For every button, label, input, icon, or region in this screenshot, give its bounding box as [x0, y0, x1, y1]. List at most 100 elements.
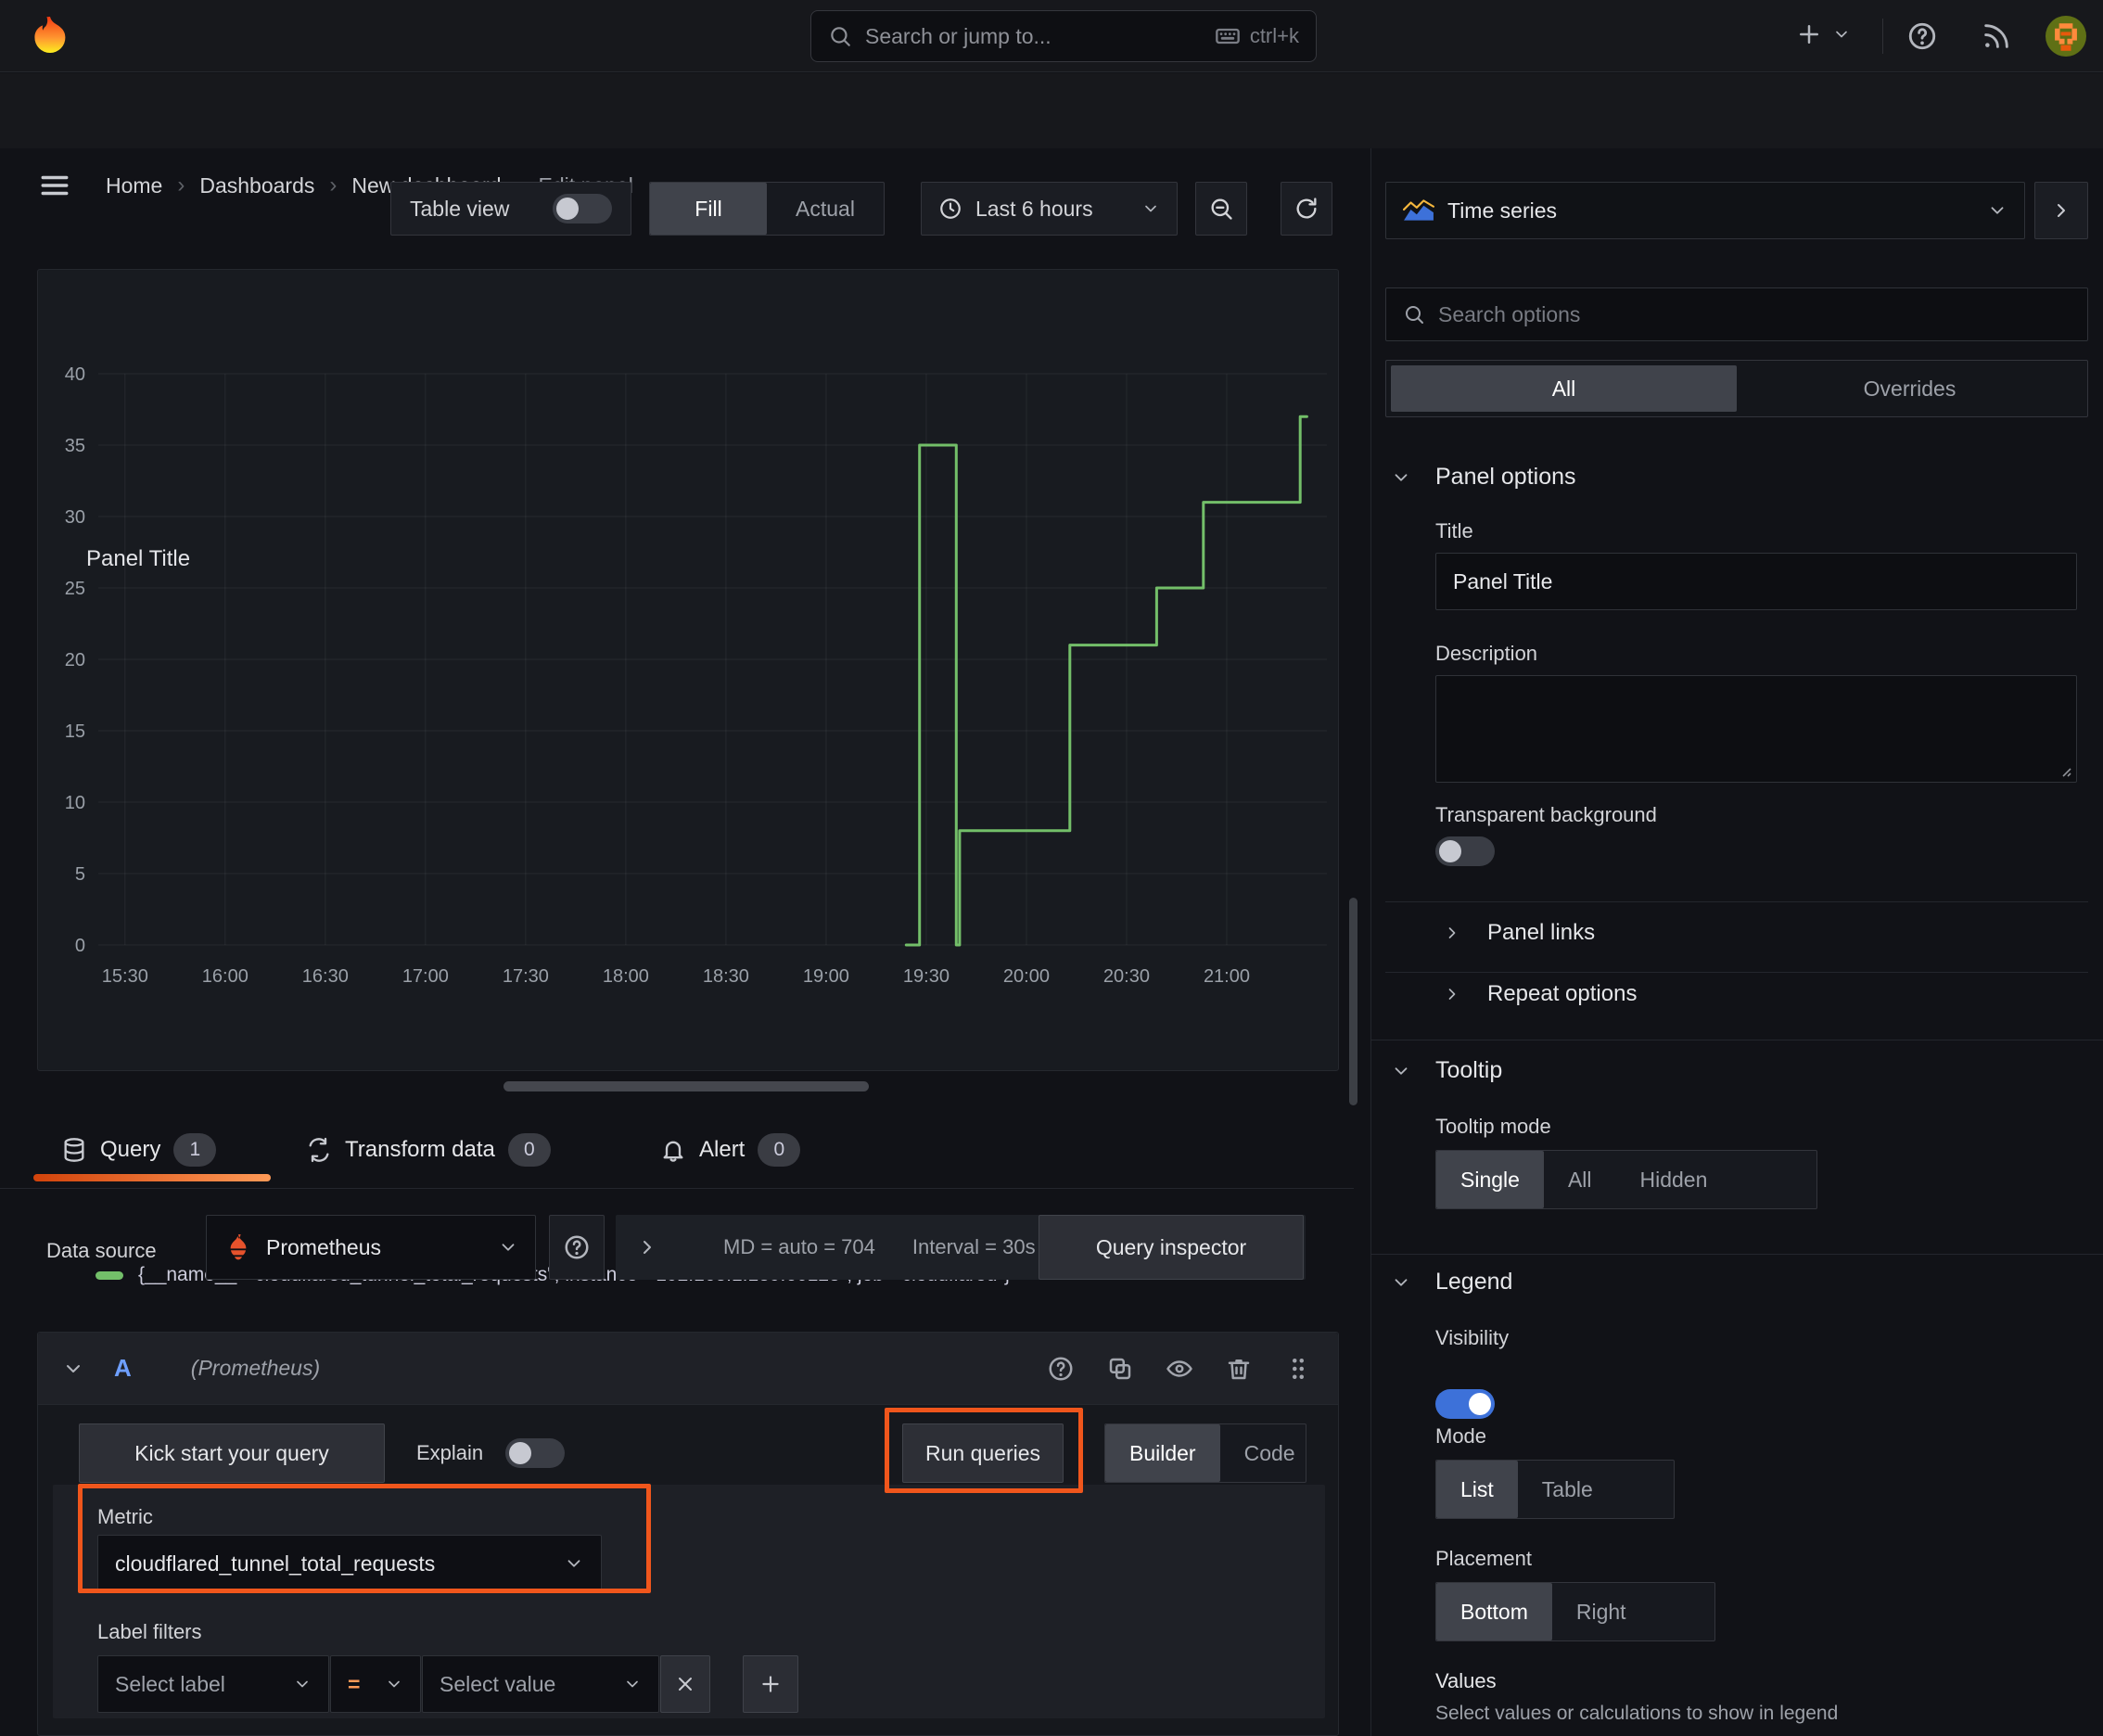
zoom-out-button[interactable]	[1195, 182, 1247, 236]
x-axis-tick: 17:30	[503, 966, 549, 987]
keyboard-icon	[1215, 23, 1241, 49]
repeat-options-header[interactable]: Repeat options	[1443, 981, 1637, 1007]
help-icon[interactable]	[1906, 20, 1938, 52]
chevron-down-icon	[1141, 199, 1160, 218]
select-value-dropdown[interactable]: Select value	[422, 1655, 659, 1713]
options-search-input[interactable]	[1438, 301, 2071, 327]
tab-alert[interactable]: Alert 0	[660, 1130, 801, 1170]
legend-visibility-toggle[interactable]	[1435, 1389, 1495, 1419]
tab-all[interactable]: All	[1391, 365, 1737, 412]
tab-transform[interactable]: Transform data 0	[306, 1130, 551, 1170]
tab-query[interactable]: Query 1	[61, 1130, 217, 1170]
refresh-button[interactable]	[1281, 182, 1332, 236]
explain-control: Explain	[416, 1423, 566, 1483]
chevron-right-icon[interactable]	[636, 1236, 658, 1258]
remove-filter-button[interactable]	[660, 1655, 710, 1713]
x-axis-tick: 19:30	[903, 966, 950, 987]
y-axis-tick: 35	[65, 436, 85, 456]
collapse-pane-button[interactable]	[2034, 182, 2088, 239]
search-icon	[1403, 303, 1425, 326]
grafana-logo-icon[interactable]	[28, 13, 72, 57]
legend-list-option[interactable]: List	[1436, 1461, 1518, 1518]
time-series-chart[interactable]: 0 5 10 15 20 25 30 35 40 15:30 16:00 16:30 17:00 17:3…	[57, 363, 1336, 1002]
series-line[interactable]	[904, 415, 1308, 947]
explain-toggle[interactable]	[505, 1438, 566, 1468]
datasource-picker[interactable]: Prometheus	[206, 1215, 536, 1280]
tooltip-single-option[interactable]: Single	[1436, 1151, 1544, 1208]
datasource-label: Data source	[46, 1239, 157, 1262]
user-avatar[interactable]	[2046, 16, 2086, 57]
chevron-down-icon[interactable]	[62, 1358, 84, 1380]
global-search-input[interactable]	[865, 23, 1202, 49]
duplicate-query-icon[interactable]	[1106, 1355, 1134, 1383]
chevron-down-icon	[293, 1675, 312, 1693]
interval-stat: Interval = 30s	[911, 1235, 1036, 1258]
divider	[0, 1188, 1354, 1189]
options-search-box[interactable]	[1385, 287, 2088, 341]
actual-option[interactable]: Actual	[767, 183, 884, 235]
bell-icon	[660, 1137, 686, 1163]
menu-icon[interactable]	[39, 170, 70, 201]
time-range-label: Last 6 hours	[975, 196, 1093, 221]
table-view-toggle[interactable]	[553, 194, 612, 223]
tab-query-label: Query	[100, 1137, 161, 1162]
code-option[interactable]: Code	[1220, 1424, 1306, 1482]
y-axis-tick: 40	[65, 364, 85, 385]
x-axis-tick: 20:30	[1103, 966, 1150, 987]
main-scrollbar[interactable]	[1349, 898, 1357, 1105]
datasource-help-button[interactable]	[549, 1215, 605, 1280]
add-filter-button[interactable]	[743, 1655, 798, 1713]
add-button[interactable]	[1795, 20, 1851, 48]
transparent-bg-label: Transparent background	[1435, 803, 1657, 826]
tooltip-hidden-option[interactable]: Hidden	[1616, 1151, 1732, 1208]
placement-label: Placement	[1435, 1547, 1532, 1570]
transparent-bg-toggle[interactable]	[1435, 836, 1495, 866]
active-tab-indicator	[33, 1174, 271, 1181]
legend-section-header[interactable]: Legend	[1391, 1269, 1512, 1296]
chevron-down-icon	[1832, 25, 1851, 44]
query-help-icon[interactable]	[1047, 1355, 1075, 1383]
global-search-box[interactable]: ctrl+k	[810, 10, 1317, 62]
tooltip-all-option[interactable]: All	[1544, 1151, 1616, 1208]
panel-title-input[interactable]	[1453, 568, 2059, 594]
breadcrumb-home[interactable]: Home	[106, 173, 162, 198]
legend-table-option[interactable]: Table	[1518, 1461, 1617, 1518]
x-axis-tick: 16:00	[202, 966, 249, 987]
x-axis-tick: 18:30	[703, 966, 749, 987]
operator-dropdown[interactable]: =	[330, 1655, 421, 1713]
chevron-down-icon	[1391, 467, 1411, 488]
breadcrumb-dashboards[interactable]: Dashboards	[199, 173, 314, 198]
tab-overrides[interactable]: Overrides	[1737, 365, 2083, 412]
visualization-picker[interactable]: Time series	[1385, 182, 2025, 239]
placement-bottom-option[interactable]: Bottom	[1436, 1583, 1552, 1640]
panel-resize-handle[interactable]	[503, 1081, 869, 1091]
select-label-dropdown[interactable]: Select label	[97, 1655, 329, 1713]
panel-options-header[interactable]: Panel options	[1391, 464, 1576, 491]
fill-option[interactable]: Fill	[650, 183, 767, 235]
delete-query-icon[interactable]	[1225, 1355, 1253, 1383]
hide-query-icon[interactable]	[1166, 1355, 1193, 1383]
placement-right-option[interactable]: Right	[1552, 1583, 1651, 1640]
time-range-picker[interactable]: Last 6 hours	[921, 182, 1178, 236]
builder-code-switch: Builder Code	[1104, 1423, 1306, 1483]
top-nav: ctrl+k	[0, 0, 2103, 72]
run-queries-button[interactable]: Run queries	[902, 1423, 1064, 1483]
panel-links-header[interactable]: Panel links	[1443, 920, 1595, 946]
query-row-header[interactable]: A (Prometheus)	[38, 1333, 1338, 1405]
alert-count-badge: 0	[758, 1133, 801, 1167]
y-axis-tick: 30	[65, 507, 85, 528]
metric-select[interactable]: cloudflared_tunnel_total_requests	[97, 1535, 602, 1592]
legend-series-marker[interactable]	[96, 1270, 123, 1280]
kick-start-query-button[interactable]: Kick start your query	[79, 1423, 385, 1483]
all-overrides-tabs: All Overrides	[1385, 360, 2088, 417]
database-icon	[61, 1137, 87, 1163]
query-inspector-button[interactable]: Query inspector	[1039, 1215, 1304, 1280]
drag-handle-icon[interactable]	[1284, 1355, 1312, 1383]
builder-option[interactable]: Builder	[1105, 1424, 1220, 1482]
description-textarea[interactable]	[1435, 675, 2077, 783]
divider	[1385, 972, 2088, 973]
y-axis-tick: 0	[75, 936, 85, 956]
news-feed-icon[interactable]	[1981, 20, 2012, 52]
legend-mode-switch: List Table	[1435, 1460, 1675, 1519]
tooltip-section-header[interactable]: Tooltip	[1391, 1057, 1502, 1084]
